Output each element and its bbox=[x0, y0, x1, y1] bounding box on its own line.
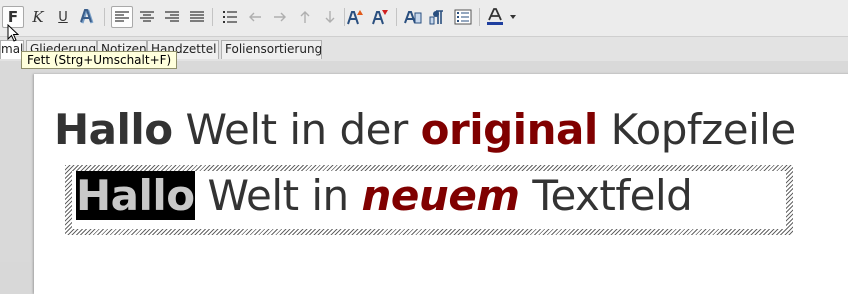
align-center-icon bbox=[140, 11, 154, 22]
textbox-word-neuem: neuem bbox=[361, 171, 521, 220]
increase-font-button[interactable] bbox=[344, 6, 366, 28]
arrow-right-icon bbox=[274, 12, 286, 22]
justify-icon bbox=[190, 11, 204, 22]
align-right-icon bbox=[165, 11, 179, 22]
tooltip-text: Fett (Strg+Umschalt+F) bbox=[27, 53, 172, 67]
promote-button[interactable] bbox=[244, 6, 266, 28]
italic-icon: K bbox=[32, 7, 44, 26]
bullet-list-button[interactable] bbox=[219, 6, 241, 28]
font-color-icon bbox=[487, 8, 503, 25]
arrow-down-icon bbox=[325, 11, 335, 23]
mouse-cursor-icon bbox=[7, 24, 19, 42]
bullets-numbering-button[interactable] bbox=[452, 6, 474, 28]
paragraph-button[interactable] bbox=[427, 6, 449, 28]
move-down-button[interactable] bbox=[319, 6, 341, 28]
slide-editor-area: Hallo Welt in der original Kopfzeile Hal… bbox=[0, 61, 848, 294]
italic-button[interactable]: K bbox=[27, 6, 49, 28]
move-up-button[interactable] bbox=[294, 6, 316, 28]
tooltip: Fett (Strg+Umschalt+F) bbox=[21, 51, 178, 69]
underline-icon: U bbox=[58, 9, 68, 25]
selected-text: Hallo bbox=[76, 171, 195, 220]
align-left-button[interactable] bbox=[111, 6, 133, 28]
underline-button[interactable]: U bbox=[52, 6, 74, 28]
character-icon bbox=[404, 11, 422, 24]
tab-foliensortierung[interactable]: Foliensortierung bbox=[221, 40, 322, 59]
font-color-button[interactable] bbox=[484, 6, 506, 28]
paragraph-icon bbox=[429, 10, 443, 25]
toolbar-separator bbox=[104, 8, 105, 26]
text-frame-selected[interactable]: Hallo Welt in neuem Textfeld bbox=[65, 165, 793, 235]
textbox-text-end: Textfeld bbox=[519, 171, 693, 220]
decrease-font-icon bbox=[372, 10, 388, 25]
bold-icon: F bbox=[7, 7, 19, 26]
heading-word-original: original bbox=[420, 105, 599, 154]
heading-word-hallo: Hallo bbox=[54, 105, 173, 154]
dropdown-arrow-icon bbox=[510, 15, 516, 19]
arrow-left-icon bbox=[249, 12, 261, 22]
tab-label: Foliensortierung bbox=[225, 42, 322, 56]
arrow-up-icon bbox=[300, 11, 310, 23]
bullet-list-icon bbox=[223, 11, 237, 23]
shadow-icon bbox=[80, 9, 94, 24]
character-button[interactable] bbox=[402, 6, 424, 28]
bullets-numbering-icon bbox=[454, 9, 472, 25]
align-left-icon bbox=[115, 11, 129, 22]
demote-button[interactable] bbox=[269, 6, 291, 28]
formatting-toolbar: F K U bbox=[0, 0, 848, 37]
toolbar-separator bbox=[396, 8, 397, 26]
slide-heading[interactable]: Hallo Welt in der original Kopfzeile bbox=[54, 109, 796, 151]
decrease-font-button[interactable] bbox=[369, 6, 391, 28]
textbox-text: Welt in bbox=[194, 171, 362, 220]
font-color-dropdown[interactable] bbox=[506, 6, 520, 28]
textbox-line[interactable]: Hallo Welt in neuem Textfeld bbox=[76, 171, 693, 220]
heading-text-end: Kopfzeile bbox=[597, 105, 797, 154]
toolbar-separator bbox=[479, 8, 480, 26]
justify-button[interactable] bbox=[186, 6, 208, 28]
toolbar-separator bbox=[212, 8, 213, 26]
increase-font-icon bbox=[347, 10, 363, 25]
align-right-button[interactable] bbox=[161, 6, 183, 28]
shadow-button[interactable] bbox=[77, 6, 99, 28]
align-center-button[interactable] bbox=[136, 6, 158, 28]
heading-text: Welt in der bbox=[172, 105, 421, 154]
